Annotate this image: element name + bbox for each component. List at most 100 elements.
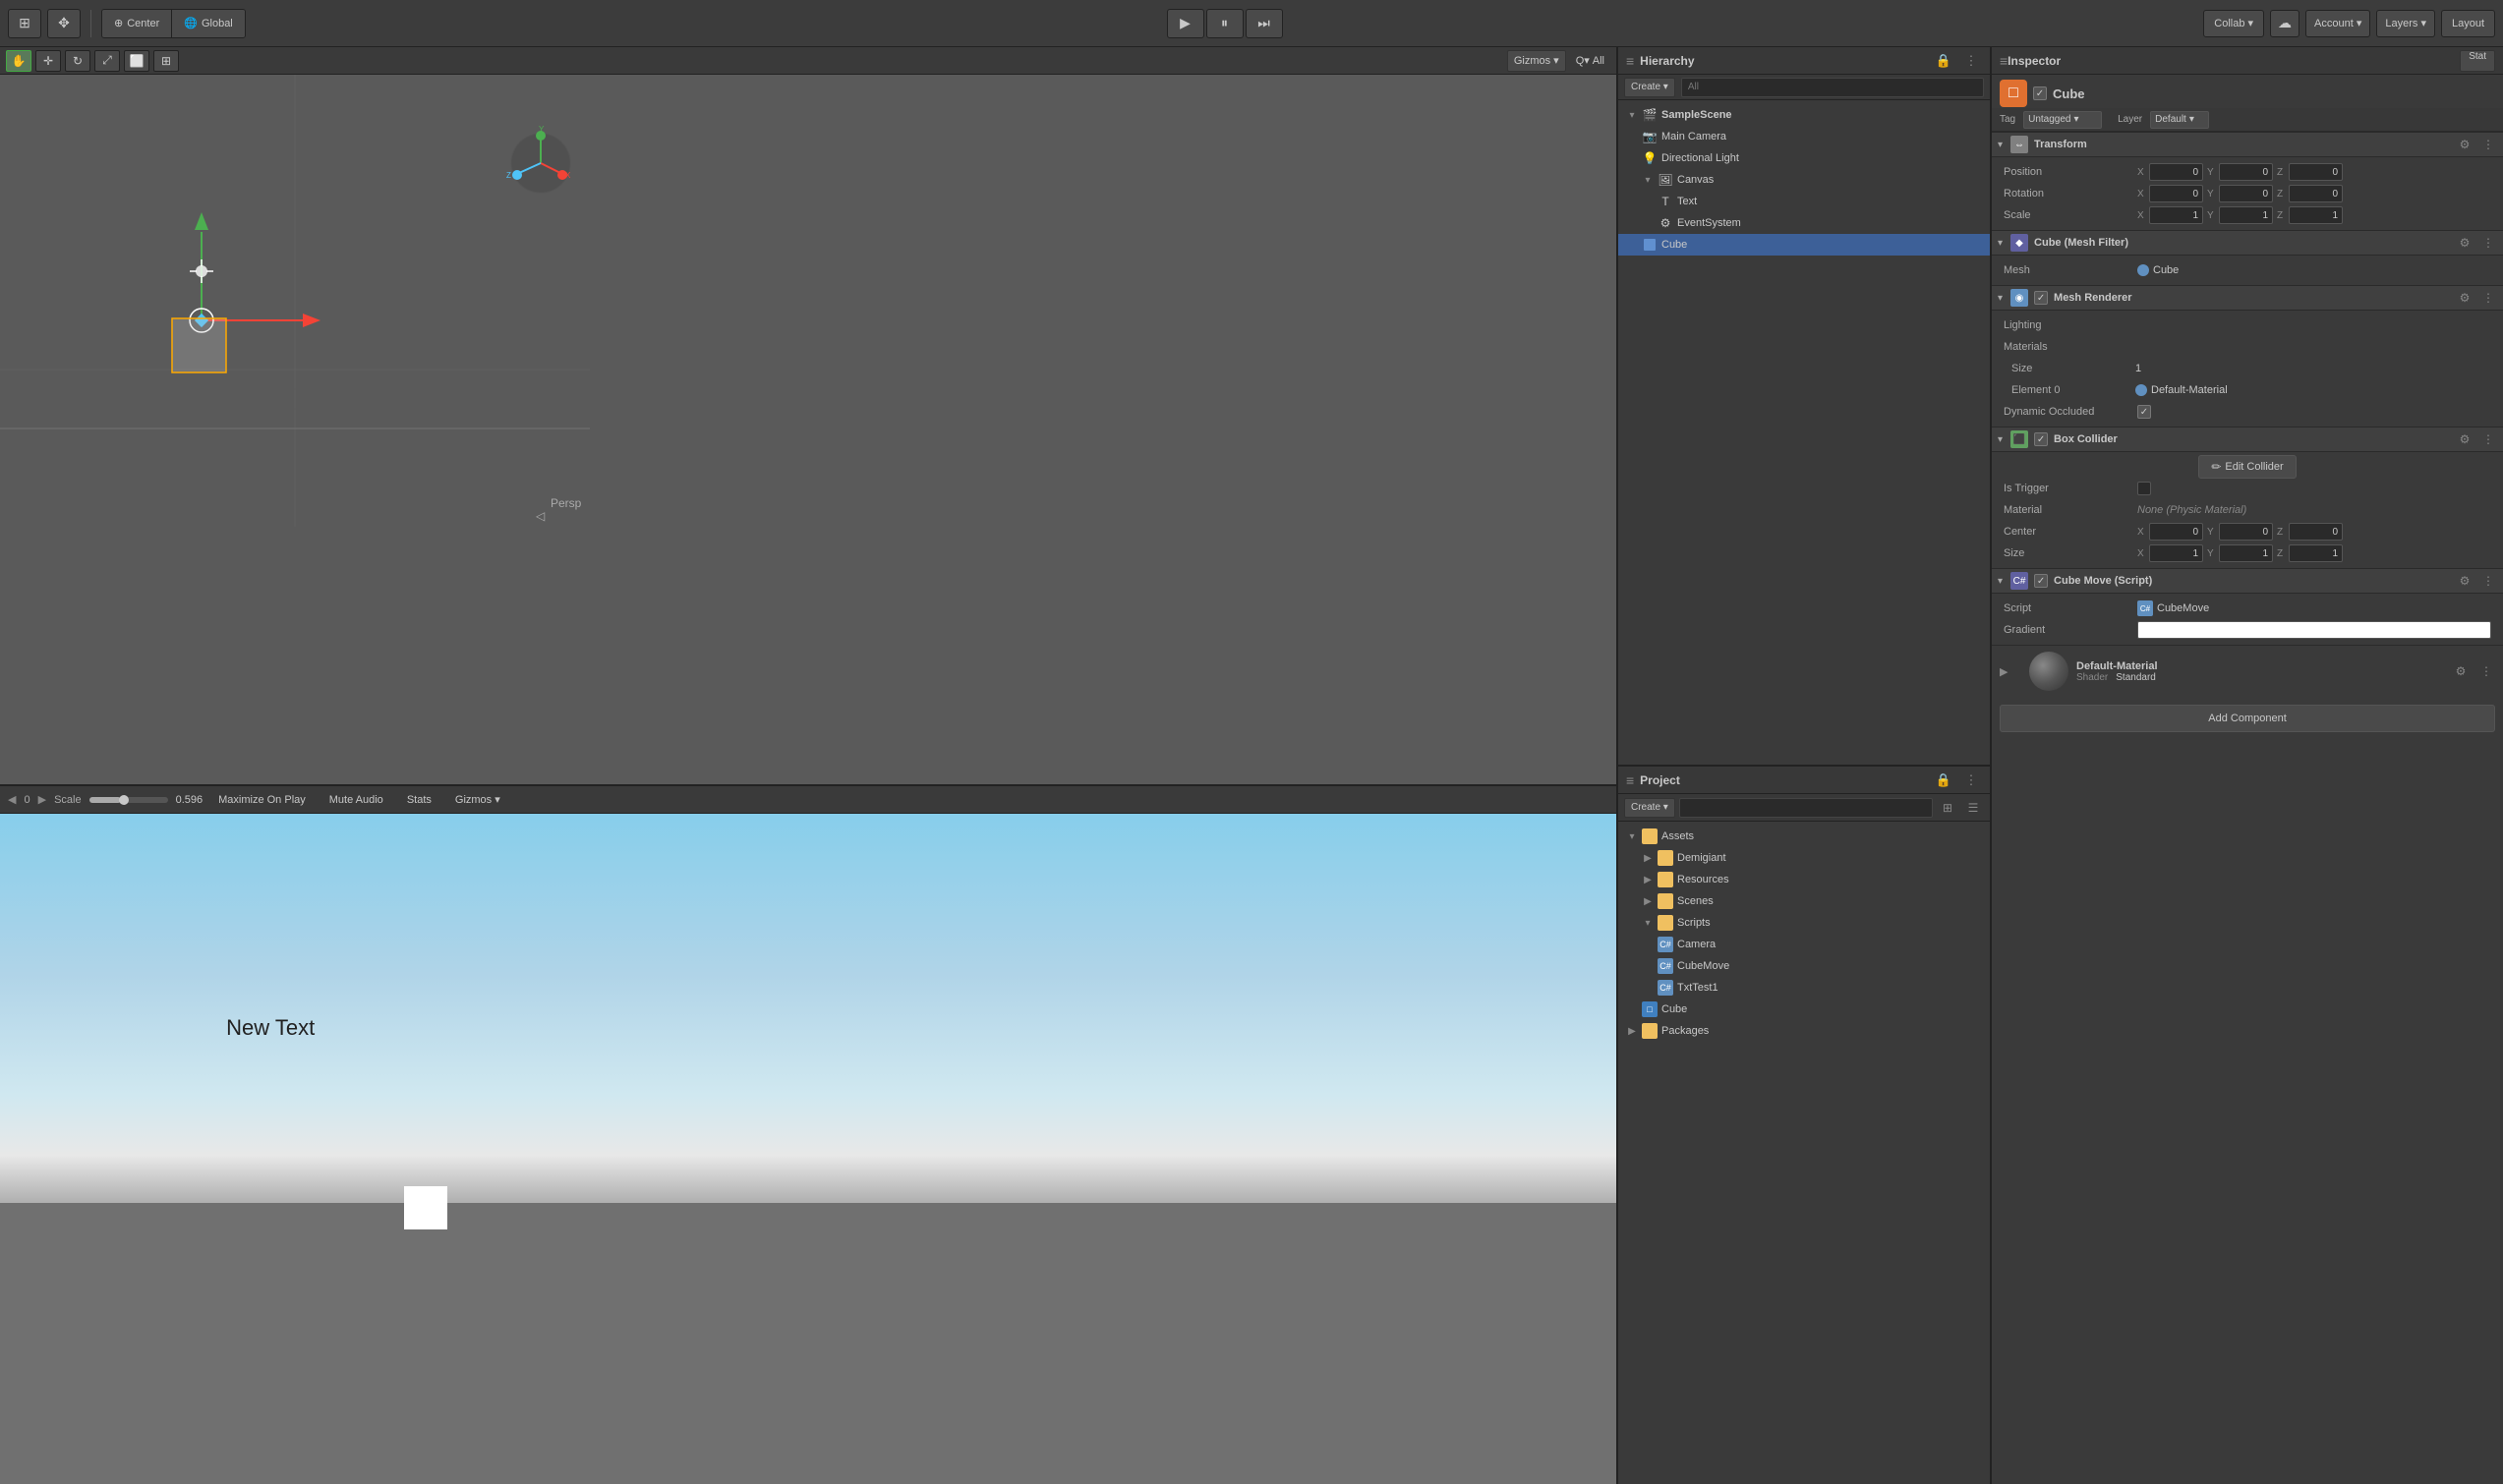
multi-tool[interactable]: ⊞ [153, 50, 179, 72]
hierarchy-canvas[interactable]: ▾ 🖼 Canvas [1618, 169, 1990, 191]
project-cubemove-script[interactable]: C# CubeMove [1618, 955, 1990, 977]
project-camera-script[interactable]: C# Camera [1618, 934, 1990, 955]
mesh-renderer-menu-icon[interactable]: ⋮ [2479, 289, 2497, 307]
project-packages[interactable]: ▶ Packages [1618, 1020, 1990, 1042]
cloud-button[interactable]: ☁ [2270, 10, 2299, 37]
scl-z-input[interactable] [2289, 206, 2343, 224]
hierarchy-search-input[interactable] [1681, 78, 1984, 97]
layers-dropdown[interactable]: Layers ▾ [2376, 10, 2435, 37]
rot-z-input[interactable] [2289, 185, 2343, 202]
scene-icon-btn1[interactable]: ⊞ [8, 9, 41, 38]
transform-menu-icon[interactable]: ⋮ [2479, 136, 2497, 153]
rect-tool[interactable]: ⬜ [124, 50, 149, 72]
center-btn[interactable]: ⊕ Center [102, 10, 172, 37]
hierarchy-directional-light[interactable]: 💡 Directional Light [1618, 147, 1990, 169]
mesh-renderer-header[interactable]: ▾ ◉ Mesh Renderer ⚙ ⋮ [1992, 285, 2503, 311]
ctr-x-input[interactable] [2149, 523, 2203, 541]
box-collider-gear-icon[interactable]: ⚙ [2456, 430, 2474, 448]
mute-audio-btn[interactable]: Mute Audio [321, 789, 391, 811]
project-cube-mesh[interactable]: □ Cube [1618, 999, 1990, 1020]
project-resources[interactable]: ▶ Resources [1618, 869, 1990, 890]
object-active-checkbox[interactable] [2033, 86, 2047, 100]
hierarchy-cube[interactable]: Cube [1618, 234, 1990, 256]
cubemove-gear-icon[interactable]: ⚙ [2456, 572, 2474, 590]
cubemove-checkbox[interactable] [2034, 574, 2048, 588]
ctr-y-input[interactable] [2219, 523, 2273, 541]
edit-collider-btn[interactable]: ✏ Edit Collider [2198, 455, 2296, 479]
project-list-btn[interactable]: ☰ [1962, 797, 1984, 819]
inspector-stat-btn[interactable]: Stat [2460, 50, 2495, 72]
project-scripts[interactable]: ▾ Scripts [1618, 912, 1990, 934]
hierarchy-eventsystem[interactable]: ⚙ EventSystem [1618, 212, 1990, 234]
hierarchy-text[interactable]: T Text [1618, 191, 1990, 212]
rotate-tool[interactable]: ↻ [65, 50, 90, 72]
scale-stepper-down[interactable]: ◀ [8, 793, 16, 806]
scale-stepper-up[interactable]: ▶ [38, 793, 46, 806]
layer-dropdown[interactable]: Default ▾ [2150, 111, 2209, 129]
mesh-filter-header[interactable]: ▾ ◆ Cube (Mesh Filter) ⚙ ⋮ [1992, 230, 2503, 256]
move-tool[interactable]: ✛ [35, 50, 61, 72]
scl-x-input[interactable] [2149, 206, 2203, 224]
project-search-input[interactable] [1679, 798, 1933, 818]
hand-tool[interactable]: ✋ [6, 50, 31, 72]
pos-x-input[interactable] [2149, 163, 2203, 181]
hierarchy-scene-root[interactable]: ▾ 🎬 SampleScene [1618, 104, 1990, 126]
mesh-renderer-gear-icon[interactable]: ⚙ [2456, 289, 2474, 307]
project-icons-btn[interactable]: ⊞ [1937, 797, 1958, 819]
dynamic-occluded-checkbox[interactable] [2137, 405, 2151, 419]
is-trigger-checkbox[interactable] [2137, 482, 2151, 495]
mesh-filter-menu-icon[interactable]: ⋮ [2479, 234, 2497, 252]
scene-icon-btn2[interactable]: ✥ [47, 9, 81, 38]
project-txttest1-script[interactable]: C# TxtTest1 [1618, 977, 1990, 999]
rot-y-input[interactable] [2219, 185, 2273, 202]
global-btn[interactable]: 🌐 Global [172, 10, 245, 37]
project-assets[interactable]: ▾ Assets [1618, 826, 1990, 847]
project-scenes[interactable]: ▶ Scenes [1618, 890, 1990, 912]
pos-y-input[interactable] [2219, 163, 2273, 181]
csz-z-input[interactable] [2289, 544, 2343, 562]
material-expand-arrow[interactable]: ▶ [2000, 660, 2021, 682]
step-button[interactable]: ⏭ [1246, 9, 1283, 38]
cubemove-script-header[interactable]: ▾ C# Cube Move (Script) ⚙ ⋮ [1992, 568, 2503, 594]
play-button[interactable]: ▶ [1167, 9, 1204, 38]
add-component-btn[interactable]: Add Component [2000, 705, 2495, 732]
maximize-on-play-btn[interactable]: Maximize On Play [210, 789, 314, 811]
pause-button[interactable]: ⏸ [1206, 9, 1244, 38]
gizmos-dropdown[interactable]: Gizmos ▾ [1507, 50, 1566, 72]
transform-gear-icon[interactable]: ⚙ [2456, 136, 2474, 153]
project-demigiant[interactable]: ▶ Demigiant [1618, 847, 1990, 869]
material-menu-icon[interactable]: ⋮ [2477, 662, 2495, 680]
box-collider-checkbox[interactable] [2034, 432, 2048, 446]
gradient-field[interactable] [2137, 621, 2491, 639]
ctr-z-input[interactable] [2289, 523, 2343, 541]
csz-y-input[interactable] [2219, 544, 2273, 562]
mesh-filter-gear-icon[interactable]: ⚙ [2456, 234, 2474, 252]
game-view-inner[interactable]: New Text [0, 814, 1616, 1484]
hierarchy-lock-btn[interactable]: 🔒 [1933, 50, 1954, 72]
scale-tool[interactable]: ⤢ [94, 50, 120, 72]
scale-slider[interactable] [89, 797, 168, 803]
hierarchy-create-btn[interactable]: Create ▾ [1624, 78, 1675, 97]
box-collider-header[interactable]: ▾ ⬛ Box Collider ⚙ ⋮ [1992, 427, 2503, 452]
account-dropdown[interactable]: Account ▾ [2305, 10, 2370, 37]
all-dropdown[interactable]: Q▾ All [1570, 50, 1610, 72]
hierarchy-menu-btn[interactable]: ⋮ [1960, 50, 1982, 72]
stats-btn[interactable]: Stats [399, 789, 439, 811]
project-lock-btn[interactable]: 🔒 [1933, 770, 1954, 791]
material-gear-icon[interactable]: ⚙ [2452, 662, 2470, 680]
scene-view-inner[interactable]: Persp ◁ Y X Z [0, 75, 1616, 784]
cubemove-menu-icon[interactable]: ⋮ [2479, 572, 2497, 590]
csz-x-input[interactable] [2149, 544, 2203, 562]
hierarchy-main-camera[interactable]: 📷 Main Camera [1618, 126, 1990, 147]
scl-y-input[interactable] [2219, 206, 2273, 224]
layout-button[interactable]: Layout [2441, 10, 2495, 37]
tag-dropdown[interactable]: Untagged ▾ [2023, 111, 2102, 129]
pos-z-input[interactable] [2289, 163, 2343, 181]
collab-button[interactable]: Collab ▾ [2203, 10, 2264, 37]
rot-x-input[interactable] [2149, 185, 2203, 202]
project-create-btn[interactable]: Create ▾ [1624, 798, 1675, 818]
box-collider-menu-icon[interactable]: ⋮ [2479, 430, 2497, 448]
gizmos-btn[interactable]: Gizmos ▾ [447, 789, 508, 811]
mesh-renderer-checkbox[interactable] [2034, 291, 2048, 305]
project-menu-btn[interactable]: ⋮ [1960, 770, 1982, 791]
